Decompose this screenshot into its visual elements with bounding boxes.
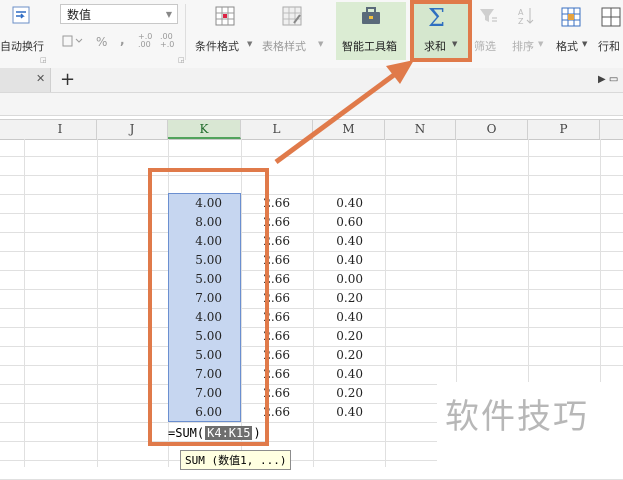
watermark: 软件技巧 (437, 382, 623, 467)
